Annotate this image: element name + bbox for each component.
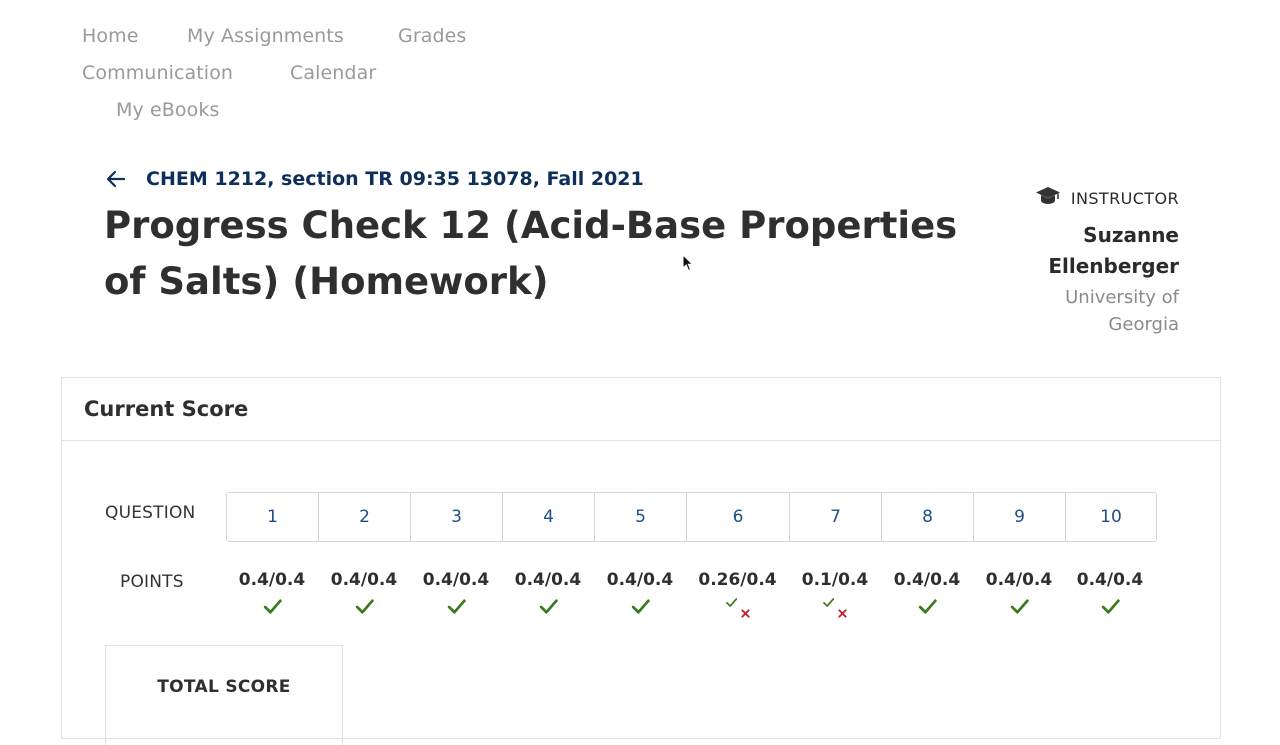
back-arrow-icon[interactable]	[104, 167, 128, 191]
nav-grades[interactable]: Grades	[398, 25, 466, 47]
partial-credit-icon	[815, 592, 855, 620]
mouse-cursor-icon	[682, 253, 694, 276]
correct-check-icon	[344, 592, 384, 620]
points-cell: 0.4/0.4	[973, 568, 1065, 620]
question-button-7[interactable]: 7	[790, 493, 882, 541]
points-value: 0.4/0.4	[514, 570, 582, 590]
points-value: 0.4/0.4	[606, 570, 674, 590]
points-cell: 0.4/0.4	[502, 568, 594, 620]
correct-check-icon	[999, 592, 1039, 620]
current-score-panel: Current Score QUESTION 1 2 3 4 5 6 7 8 9 10 POINT…	[61, 377, 1221, 745]
points-value: 0.4/0.4	[238, 570, 306, 590]
nav-my-ebooks[interactable]: My eBooks	[116, 99, 219, 121]
nav-communication[interactable]: Communication	[82, 62, 233, 84]
small-cross-icon	[837, 604, 848, 623]
page-title: Progress Check 12 (Acid-Base Properties …	[104, 204, 958, 303]
instructor-role: INSTRUCTOR	[939, 186, 1179, 210]
points-cell: 0.26/0.4	[686, 568, 789, 620]
partial-credit-icon	[718, 592, 758, 620]
question-button-10[interactable]: 10	[1066, 493, 1156, 541]
question-button-2[interactable]: 2	[319, 493, 411, 541]
correct-check-icon	[907, 592, 947, 620]
small-cross-icon	[740, 604, 751, 623]
points-cell: 0.4/0.4	[1065, 568, 1155, 620]
points-cell: 0.4/0.4	[881, 568, 973, 620]
points-cell: 0.4/0.4	[594, 568, 686, 620]
question-button-8[interactable]: 8	[882, 493, 974, 541]
small-check-icon	[725, 594, 738, 613]
points-value: 0.1/0.4	[801, 570, 869, 590]
course-link[interactable]: CHEM 1212, section TR 09:35 13078, Fall …	[146, 168, 644, 190]
points-value: 0.4/0.4	[330, 570, 398, 590]
correct-check-icon	[528, 592, 568, 620]
question-button-1[interactable]: 1	[227, 493, 319, 541]
nav-my-assignments[interactable]: My Assignments	[187, 25, 344, 47]
points-value: 0.4/0.4	[893, 570, 961, 590]
points-value: 0.26/0.4	[698, 570, 777, 590]
points-row-label: POINTS	[120, 572, 184, 592]
instructor-role-label: INSTRUCTOR	[1070, 188, 1179, 208]
points-cell: 0.4/0.4	[318, 568, 410, 620]
question-row-label: QUESTION	[105, 503, 196, 523]
nav-home[interactable]: Home	[82, 25, 139, 47]
correct-check-icon	[252, 592, 292, 620]
instructor-name: Suzanne Ellenberger	[1048, 223, 1179, 278]
correct-check-icon	[436, 592, 476, 620]
total-score-box: TOTAL SCORE	[105, 645, 343, 745]
correct-check-icon	[620, 592, 660, 620]
correct-check-icon	[1090, 592, 1130, 620]
points-cell: 0.1/0.4	[789, 568, 881, 620]
points-value: 0.4/0.4	[1076, 570, 1144, 590]
question-button-9[interactable]: 9	[974, 493, 1066, 541]
question-button-6[interactable]: 6	[687, 493, 790, 541]
instructor-school: University of Georgia	[1065, 287, 1179, 335]
question-button-3[interactable]: 3	[411, 493, 503, 541]
points-value: 0.4/0.4	[985, 570, 1053, 590]
question-navigator: 1 2 3 4 5 6 7 8 9 10	[226, 492, 1157, 542]
question-button-4[interactable]: 4	[503, 493, 595, 541]
current-score-header: Current Score	[62, 378, 1220, 441]
points-cell: 0.4/0.4	[226, 568, 318, 620]
small-check-icon	[822, 594, 835, 613]
points-row: 0.4/0.4 0.4/0.4 0.4/0.4 0.4/0.4 0.4/0.4 0.26/…	[226, 568, 1155, 620]
breadcrumb[interactable]: CHEM 1212, section TR 09:35 13078, Fall …	[104, 164, 644, 194]
instructor-info: INSTRUCTOR Suzanne Ellenberger Universit…	[939, 186, 1179, 338]
points-value: 0.4/0.4	[422, 570, 490, 590]
total-score-label: TOTAL SCORE	[157, 677, 291, 697]
points-cell: 0.4/0.4	[410, 568, 502, 620]
nav-calendar[interactable]: Calendar	[290, 62, 376, 84]
graduation-cap-icon	[1035, 186, 1061, 210]
question-button-5[interactable]: 5	[595, 493, 687, 541]
